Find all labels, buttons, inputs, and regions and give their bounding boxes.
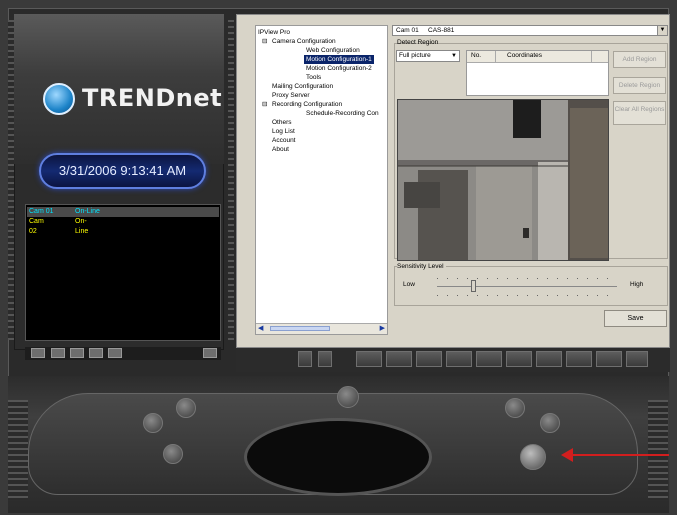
save-button[interactable]: Save (604, 310, 667, 327)
dropdown-arrow-icon[interactable]: ▼ (451, 51, 457, 61)
camera-selector-name: Cam 01 (396, 27, 419, 34)
date-time-text: 3/31/2006 9:13:41 AM (58, 163, 187, 178)
column-header-no: No. (471, 52, 482, 59)
camera-list[interactable]: Cam 01 On-Line Cam 02 On-Line (25, 204, 221, 341)
console-right-stripes (648, 400, 668, 500)
tree-root[interactable]: IPView Pro (258, 28, 290, 37)
camera-name: Cam 02 (29, 218, 44, 235)
layout-grid-icon[interactable] (536, 351, 562, 367)
sensitivity-slider-thumb[interactable] (471, 280, 476, 292)
tree-item-about[interactable]: About (272, 145, 289, 154)
clear-all-regions-button[interactable]: Clear All Regions (613, 101, 666, 125)
tree-item-mailing-configuration[interactable]: Mailing Configuration (272, 82, 333, 91)
tree-item-camera-configuration[interactable]: Camera Configuration (272, 37, 336, 46)
camera-name: Cam 01 (29, 208, 54, 215)
sensitivity-high-label: High (630, 281, 644, 288)
layout-grid-icon[interactable] (596, 351, 622, 367)
console-left-stripes (8, 400, 28, 500)
slider-ticks-top (437, 278, 617, 279)
column-divider (591, 51, 592, 62)
playback-icon[interactable] (108, 348, 122, 358)
ptz-left-icon[interactable] (143, 413, 163, 433)
tree-item-others[interactable]: Others (272, 118, 292, 127)
camera-list-item[interactable]: Cam 01 On-Line (27, 207, 219, 217)
tree-item-tools[interactable]: Tools (306, 73, 321, 82)
delete-region-button[interactable]: Delete Region (613, 77, 666, 94)
console-display (244, 418, 432, 496)
tree-item-motion-configuration-2[interactable]: Motion Configuration-2 (306, 64, 372, 73)
region-mode-value: Full picture (399, 52, 431, 59)
sensitivity-slider-track[interactable] (437, 286, 617, 287)
camera-preview-image (398, 100, 608, 260)
add-region-button[interactable]: Add Region (613, 51, 666, 68)
sensitivity-label: Sensitivity Level (397, 263, 446, 270)
tree-expand-icon[interactable]: ⊟ (262, 100, 267, 109)
tree-item-web-configuration[interactable]: Web Configuration (306, 46, 360, 55)
layout-toolbar (236, 348, 670, 372)
prev-page-icon[interactable] (298, 351, 312, 367)
brand-logo-text: TRENDnet (82, 84, 223, 112)
next-page-icon[interactable] (318, 351, 332, 367)
layout-grid-icon[interactable] (566, 351, 592, 367)
sensitivity-low-label: Low (403, 281, 415, 288)
tree-expand-icon[interactable]: ⊟ (262, 37, 267, 46)
scroll-left-icon[interactable]: ◀ (258, 324, 263, 332)
tree-item-recording-configuration[interactable]: Recording Configuration (272, 100, 342, 109)
stop-icon[interactable] (505, 398, 525, 418)
layout-grid-icon[interactable] (506, 351, 532, 367)
right-edge-stripes (228, 20, 234, 340)
monitor-icon[interactable] (31, 348, 45, 358)
scrollbar-thumb[interactable] (270, 326, 330, 331)
fullscreen-icon[interactable] (626, 351, 648, 367)
layout-grid-icon[interactable] (386, 351, 412, 367)
column-header-coordinates: Coordinates (507, 52, 543, 59)
tree-item-schedule-recording[interactable]: Schedule-Recording Con (306, 109, 379, 118)
tree-item-log-list[interactable]: Log List (272, 127, 295, 136)
layout-grid-icon[interactable] (446, 351, 472, 367)
tree-item-proxy-server[interactable]: Proxy Server (272, 91, 310, 100)
tree-item-motion-configuration-1[interactable]: Motion Configuration-1 (304, 55, 374, 64)
region-mode-select[interactable]: Full picture ▼ (396, 50, 460, 62)
slider-ticks-bottom (437, 295, 617, 296)
layout-grid-icon[interactable] (356, 351, 382, 367)
region-table[interactable]: No. Coordinates (466, 50, 609, 96)
play-icon[interactable] (540, 413, 560, 433)
pointer-arrow (565, 454, 669, 456)
trendnet-logo-icon (43, 83, 75, 115)
ptz-up-icon[interactable] (176, 398, 196, 418)
tree-item-account[interactable]: Account (272, 136, 296, 145)
detect-region-label: Detect Region (397, 39, 439, 46)
camera-status: On-Line (75, 218, 89, 235)
region-table-header: No. Coordinates (467, 51, 608, 63)
record-button-icon[interactable] (520, 444, 546, 470)
snapshot-icon[interactable] (70, 348, 84, 358)
pointer-arrow-head (561, 448, 573, 462)
layout-grid-icon[interactable] (416, 351, 442, 367)
column-divider (495, 51, 496, 62)
scroll-right-icon[interactable]: ▶ (380, 324, 385, 332)
settings-tree[interactable]: IPView Pro ⊟ Camera Configuration Web Co… (255, 25, 388, 335)
close-icon[interactable] (203, 348, 217, 358)
camera-icon[interactable] (51, 348, 65, 358)
camera-status: On-Line (75, 208, 100, 215)
dropdown-arrow-icon[interactable]: ▼ (657, 26, 667, 35)
power-icon[interactable] (337, 386, 359, 408)
record-icon[interactable] (89, 348, 103, 358)
camera-selector-model: CAS-881 (428, 27, 455, 34)
left-toolbar (25, 347, 221, 360)
date-time-display: 3/31/2006 9:13:41 AM (39, 153, 206, 189)
ptz-down-icon[interactable] (163, 444, 183, 464)
camera-preview[interactable] (397, 99, 609, 261)
camera-selector[interactable]: Cam 01 CAS-881 ▼ (392, 25, 668, 36)
tree-horizontal-scrollbar[interactable]: ◀ ▶ (256, 323, 387, 334)
layout-grid-icon[interactable] (476, 351, 502, 367)
